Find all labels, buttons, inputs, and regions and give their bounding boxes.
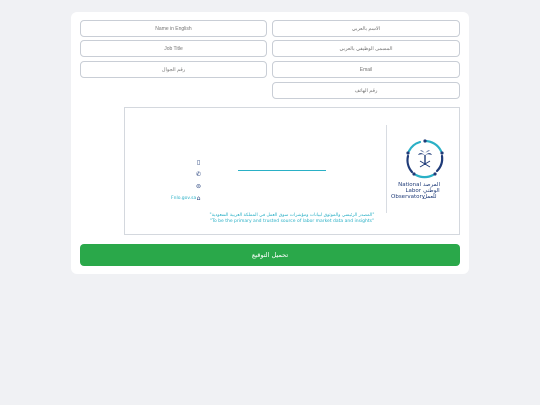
name-underline [238,170,326,171]
preview-divider [386,125,387,213]
email-icon: ⊜ [195,183,202,190]
name-arabic-input[interactable] [272,20,460,37]
mobile-icon: ▯ [196,159,201,166]
job-title-arabic-input[interactable] [272,40,460,57]
job-title-english-input[interactable] [80,40,267,57]
email-input[interactable] [272,61,460,78]
logo-text-arabic: المرصد الوطني للعمل [423,182,440,200]
website-text: Fnlo.gov.sa [171,196,197,201]
nlo-logo: National Labor Observatory المرصد الوطني… [391,138,451,204]
download-signature-button[interactable]: تحميل التوقيع [80,244,460,266]
logo-text-english: National Labor Observatory [391,182,425,200]
signature-preview: National Labor Observatory المرصد الوطني… [124,107,460,235]
signature-form-card: National Labor Observatory المرصد الوطني… [71,12,469,274]
name-english-input[interactable] [80,20,267,37]
mobile-input[interactable] [80,61,267,78]
nlo-logo-mark [406,139,444,179]
tagline-arabic: "المصدر الرئيسي والموثوق لبيانات ومؤشرات… [209,213,375,218]
phone-input[interactable] [272,82,460,99]
phone-icon: ✆ [195,171,202,178]
tagline-english: "To be the primary and trusted source of… [209,219,375,224]
